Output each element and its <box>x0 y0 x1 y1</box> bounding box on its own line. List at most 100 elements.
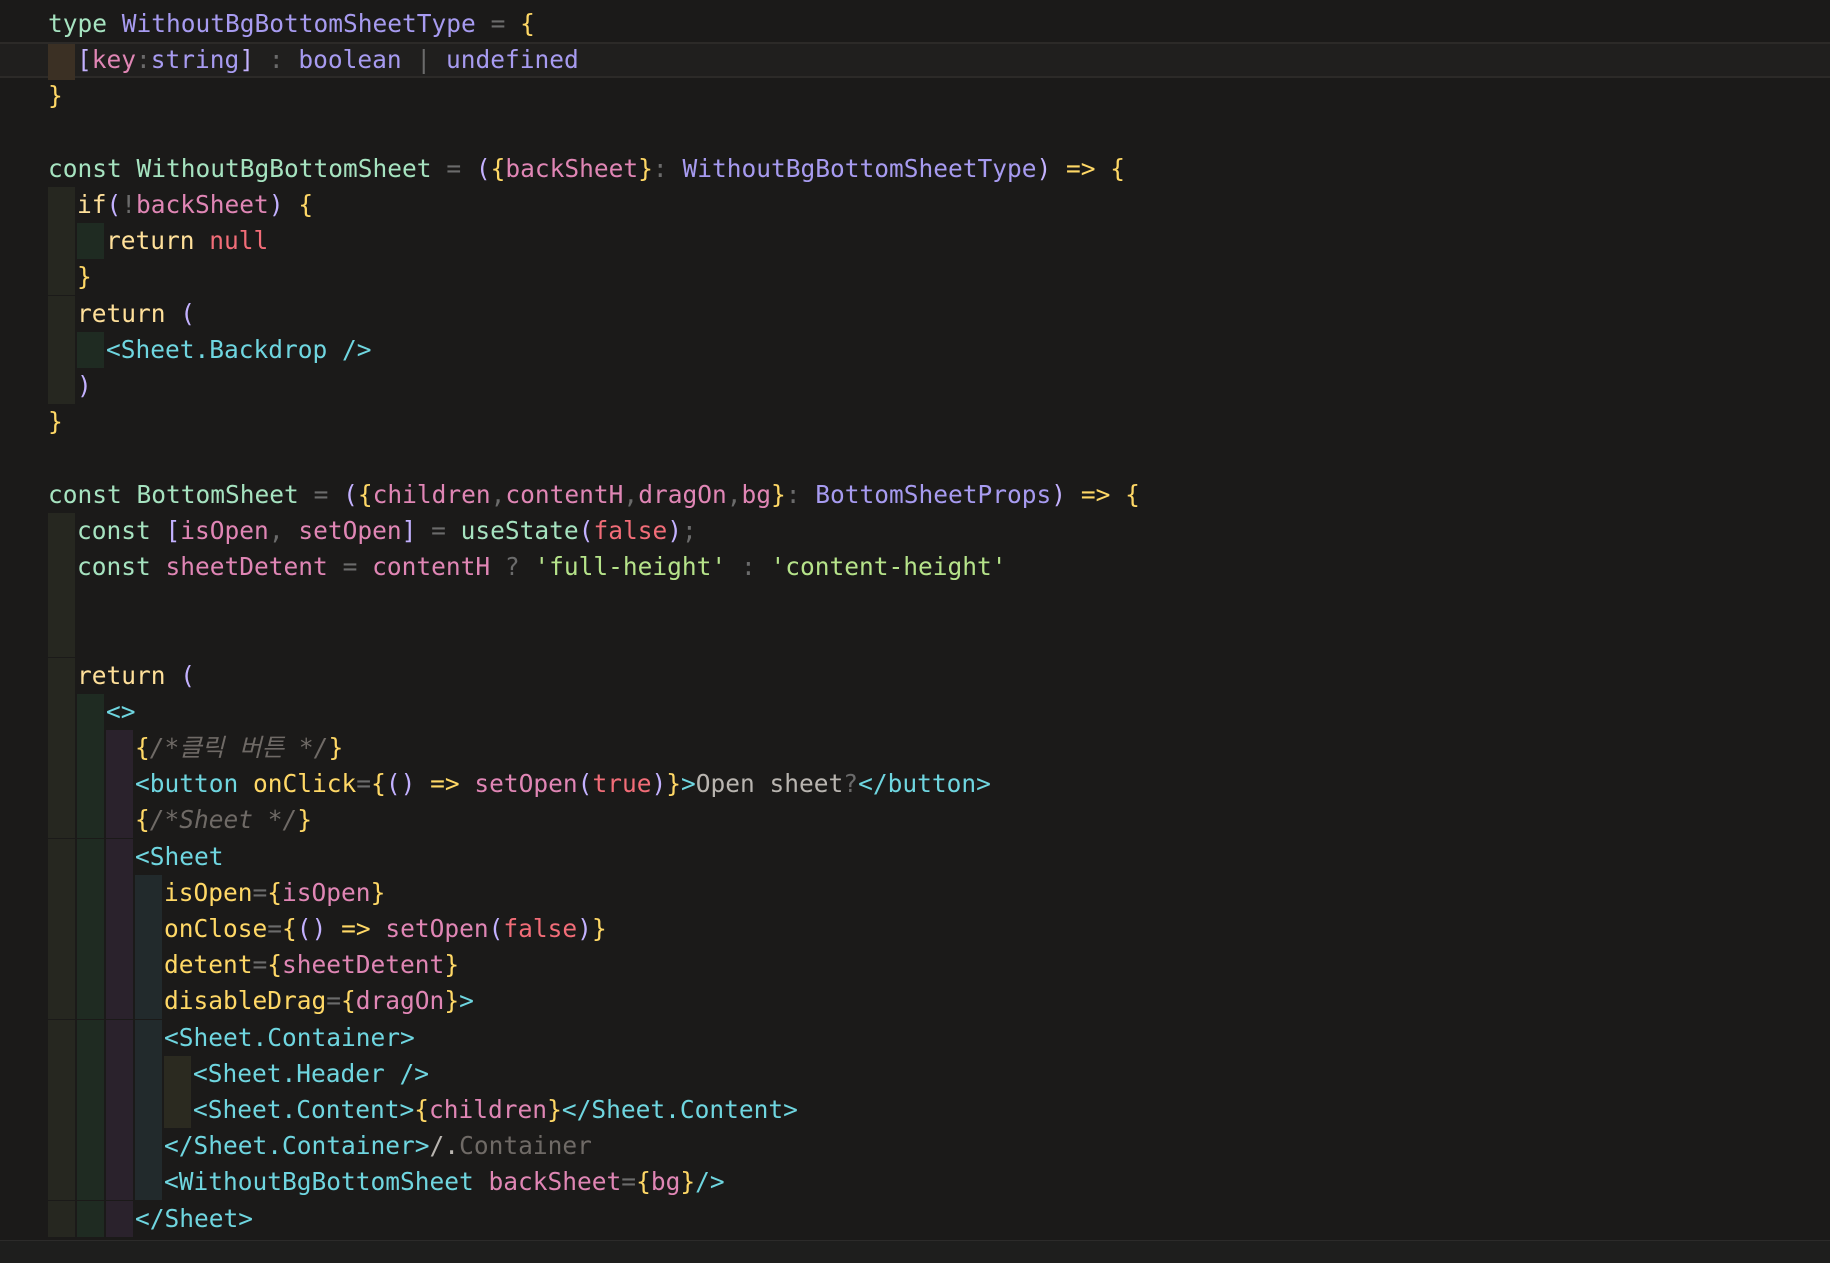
code-text: const sheetDetent = contentH ? 'full-hei… <box>77 552 1007 581</box>
code-line[interactable]: } <box>0 404 1830 440</box>
code-text: {/*Sheet */} <box>135 805 313 835</box>
code-line[interactable]: detent={sheetDetent} <box>0 947 1830 984</box>
indent-guide <box>106 874 133 911</box>
code-text: </Sheet> <box>135 1203 254 1233</box>
indent-guide <box>135 1092 162 1128</box>
indent-guide <box>48 331 75 368</box>
code-text: <Sheet.Content>{children}</Sheet.Content… <box>193 1095 798 1124</box>
indent-guide <box>48 802 75 839</box>
indent-guide <box>48 259 75 296</box>
code-text: <> <box>106 696 136 726</box>
indent-guide <box>106 1092 133 1128</box>
indent-guide <box>48 1055 75 1092</box>
code-text: detent={sheetDetent} <box>164 950 460 980</box>
code-line[interactable]: </Sheet.Container>/.Container <box>0 1128 1830 1165</box>
code-line[interactable]: return ( <box>0 295 1830 332</box>
code-line[interactable]: const BottomSheet = ({children,contentH,… <box>0 477 1830 513</box>
indent-guide <box>48 657 75 694</box>
code-text: return ( <box>77 660 196 690</box>
code-text: <Sheet.Backdrop /> <box>106 334 372 364</box>
code-line[interactable]: <Sheet <box>0 838 1830 875</box>
code-line[interactable]: } <box>0 78 1830 114</box>
code-line[interactable]: <WithoutBgBottomSheet backSheet={bg}/> <box>0 1164 1830 1201</box>
code-line[interactable]: return null <box>0 223 1830 260</box>
code-line[interactable]: </Sheet> <box>0 1200 1830 1237</box>
indent-guide <box>106 730 133 766</box>
indent-guide <box>106 838 133 875</box>
indent-guide <box>77 802 104 839</box>
indent-guide <box>135 874 162 911</box>
indent-guide <box>77 983 104 1020</box>
indent-guide <box>77 331 104 368</box>
indent-guide <box>135 1164 162 1201</box>
code-text: </Sheet.Container>/.Container <box>164 1131 592 1161</box>
indent-guide <box>106 1019 133 1056</box>
code-line[interactable]: <Sheet.Backdrop /> <box>0 331 1830 368</box>
indent-guide <box>164 1055 191 1092</box>
indent-guide <box>106 947 133 984</box>
indent-guide <box>106 1200 133 1237</box>
code-line[interactable]: <button onClick={() => setOpen(true)}>Op… <box>0 766 1830 803</box>
indent-guide <box>48 838 75 875</box>
indent-guide <box>77 874 104 911</box>
code-line[interactable]: const sheetDetent = contentH ? 'full-hei… <box>0 549 1830 585</box>
indent-guide <box>48 874 75 911</box>
indent-guide <box>77 947 104 984</box>
indent-guide <box>106 1164 133 1201</box>
code-line[interactable] <box>0 621 1830 658</box>
code-line[interactable]: <Sheet.Content>{children}</Sheet.Content… <box>0 1092 1830 1128</box>
indent-guide <box>77 911 104 947</box>
code-text: return ( <box>77 298 196 328</box>
indent-guide <box>135 1055 162 1092</box>
indent-guide <box>48 1092 75 1128</box>
indent-guide <box>48 693 75 730</box>
indent-guide <box>77 1055 104 1092</box>
code-line[interactable]: return ( <box>0 657 1830 694</box>
indent-guide <box>106 802 133 839</box>
code-line[interactable]: [key:string] : boolean | undefined <box>0 42 1830 81</box>
indent-guide <box>77 223 104 260</box>
code-text: isOpen={isOpen} <box>164 877 386 907</box>
code-text: } <box>77 262 92 292</box>
code-text: const BottomSheet = ({children,contentH,… <box>48 479 1140 509</box>
code-text: <button onClick={() => setOpen(true)}>Op… <box>135 769 991 799</box>
code-line[interactable]: {/*클릭 버튼 */} <box>0 730 1830 766</box>
indent-guide <box>77 1200 104 1237</box>
code-line[interactable]: const [isOpen, setOpen] = useState(false… <box>0 512 1830 549</box>
indent-guide <box>48 585 75 622</box>
indent-guide <box>48 549 75 585</box>
code-line[interactable]: if(!backSheet) { <box>0 187 1830 223</box>
indent-guide <box>77 1092 104 1128</box>
indent-guide <box>48 44 75 81</box>
indent-guide <box>77 730 104 766</box>
indent-guide <box>48 766 75 803</box>
indent-guide <box>106 983 133 1020</box>
code-line[interactable] <box>0 585 1830 622</box>
code-line[interactable]: {/*Sheet */} <box>0 802 1830 839</box>
code-line[interactable]: } <box>0 259 1830 296</box>
code-text: [key:string] : boolean | undefined <box>77 45 579 75</box>
code-line[interactable]: <Sheet.Container> <box>0 1019 1830 1056</box>
code-text: onClose={() => setOpen(false)} <box>164 914 607 943</box>
code-line[interactable]: <Sheet.Header /> <box>0 1055 1830 1092</box>
code-text: } <box>48 407 63 437</box>
indent-guide <box>77 1019 104 1056</box>
code-line[interactable]: disableDrag={dragOn}> <box>0 983 1830 1020</box>
code-line[interactable]: <> <box>0 693 1830 730</box>
code-text: const WithoutBgBottomSheet = ({backSheet… <box>48 153 1126 183</box>
code-text: <Sheet.Header /> <box>193 1058 430 1088</box>
code-text: <WithoutBgBottomSheet backSheet={bg}/> <box>164 1167 725 1197</box>
code-line[interactable]: ) <box>0 368 1830 404</box>
code-editor[interactable]: type WithoutBgBottomSheetType = {[key:st… <box>0 0 1830 1240</box>
code-line[interactable]: isOpen={isOpen} <box>0 874 1830 911</box>
indent-guide <box>48 1019 75 1056</box>
indent-guide <box>135 911 162 947</box>
indent-guide <box>135 1019 162 1056</box>
code-line[interactable] <box>0 115 1830 151</box>
code-line[interactable]: onClose={() => setOpen(false)} <box>0 911 1830 947</box>
code-text: const [isOpen, setOpen] = useState(false… <box>77 515 697 545</box>
code-line[interactable]: type WithoutBgBottomSheetType = { <box>0 6 1830 42</box>
code-line[interactable] <box>0 440 1830 476</box>
indent-guide <box>77 838 104 875</box>
code-line[interactable]: const WithoutBgBottomSheet = ({backSheet… <box>0 151 1830 187</box>
